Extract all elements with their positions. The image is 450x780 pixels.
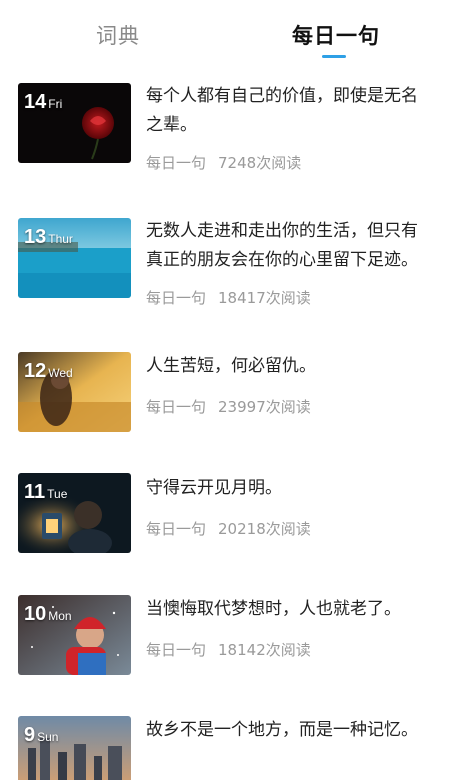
list-item[interactable]: 13 Thur 无数人走进和走出你的生活，但只有真正的朋友会在你的心里留下足迹。 … (0, 197, 450, 307)
sentence-text: 故乡不是一个地方，而是一种记忆。 (146, 720, 418, 740)
thumbnail-image: 13 Thur (18, 218, 131, 298)
list-item[interactable]: 12 Wed 人生苦短，何必留仇。 每日一句 23997次阅读 (0, 332, 450, 442)
day-number: 14 (24, 91, 47, 113)
day-number: 12 (24, 360, 47, 382)
date-label: 10 Mon (24, 603, 72, 626)
read-count: 20218次阅读 (218, 520, 311, 538)
tab-daily-sentence[interactable]: 每日一句 (292, 20, 380, 50)
read-count: 18417次阅读 (218, 289, 311, 307)
weekday: Thur (48, 232, 73, 246)
read-count: 18142次阅读 (218, 641, 311, 659)
date-label: 12 Wed (24, 360, 73, 383)
source-label: 每日一句 (146, 398, 207, 416)
weekday: Sun (37, 730, 59, 744)
meta-row: 每日一句 18417次阅读 (146, 287, 311, 308)
active-tab-indicator (322, 55, 346, 58)
sentence-text: 无数人走进和走出你的生活，但只有真正的朋友会在你的心里留下足迹。 (146, 221, 418, 270)
date-label: 13 Thur (24, 226, 73, 249)
sentence-text: 守得云开见月明。 (146, 478, 282, 498)
weekday: Mon (48, 609, 72, 623)
tab-dictionary[interactable]: 词典 (96, 20, 140, 50)
top-tab-bar: 词典 每日一句 (0, 0, 450, 62)
source-label: 每日一句 (146, 289, 207, 307)
date-label: 9 Sun (24, 724, 58, 747)
thumbnail-image: 12 Wed (18, 352, 131, 432)
list-item[interactable]: 11 Tue 守得云开见月明。 每日一句 20218次阅读 (0, 454, 450, 564)
meta-row: 每日一句 7248次阅读 (146, 152, 301, 173)
read-count: 7248次阅读 (218, 154, 302, 172)
source-label: 每日一句 (146, 520, 207, 538)
day-number: 10 (24, 603, 47, 625)
day-number: 11 (24, 481, 46, 503)
list-item[interactable]: 9 Sun 故乡不是一个地方，而是一种记忆。 (0, 696, 450, 780)
sentence-text: 每个人都有自己的价值，即使是无名之辈。 (146, 86, 418, 135)
meta-row: 每日一句 20218次阅读 (146, 518, 311, 539)
read-count: 23997次阅读 (218, 398, 311, 416)
meta-row: 每日一句 23997次阅读 (146, 396, 311, 417)
meta-row: 每日一句 18142次阅读 (146, 639, 311, 660)
sentence-text: 人生苦短，何必留仇。 (146, 356, 316, 376)
list-item[interactable]: 10 Mon 当懊悔取代梦想时，人也就老了。 每日一句 18142次阅读 (0, 575, 450, 685)
day-number: 9 (24, 724, 36, 746)
day-number: 13 (24, 226, 47, 248)
date-label: 11 Tue (24, 481, 67, 504)
list-item[interactable]: 14 Fri 每个人都有自己的价值，即使是无名之辈。 每日一句 7248次阅读 (0, 62, 450, 172)
thumbnail-image: 11 Tue (18, 473, 131, 553)
thumbnail-image: 14 Fri (18, 83, 131, 163)
thumbnail-image: 9 Sun (18, 716, 131, 780)
date-label: 14 Fri (24, 91, 62, 114)
thumbnail-image: 10 Mon (18, 595, 131, 675)
weekday: Wed (48, 366, 73, 380)
sentence-text: 当懊悔取代梦想时，人也就老了。 (146, 599, 401, 619)
source-label: 每日一句 (146, 641, 207, 659)
weekday: Tue (47, 487, 68, 501)
weekday: Fri (48, 97, 63, 111)
source-label: 每日一句 (146, 154, 207, 172)
